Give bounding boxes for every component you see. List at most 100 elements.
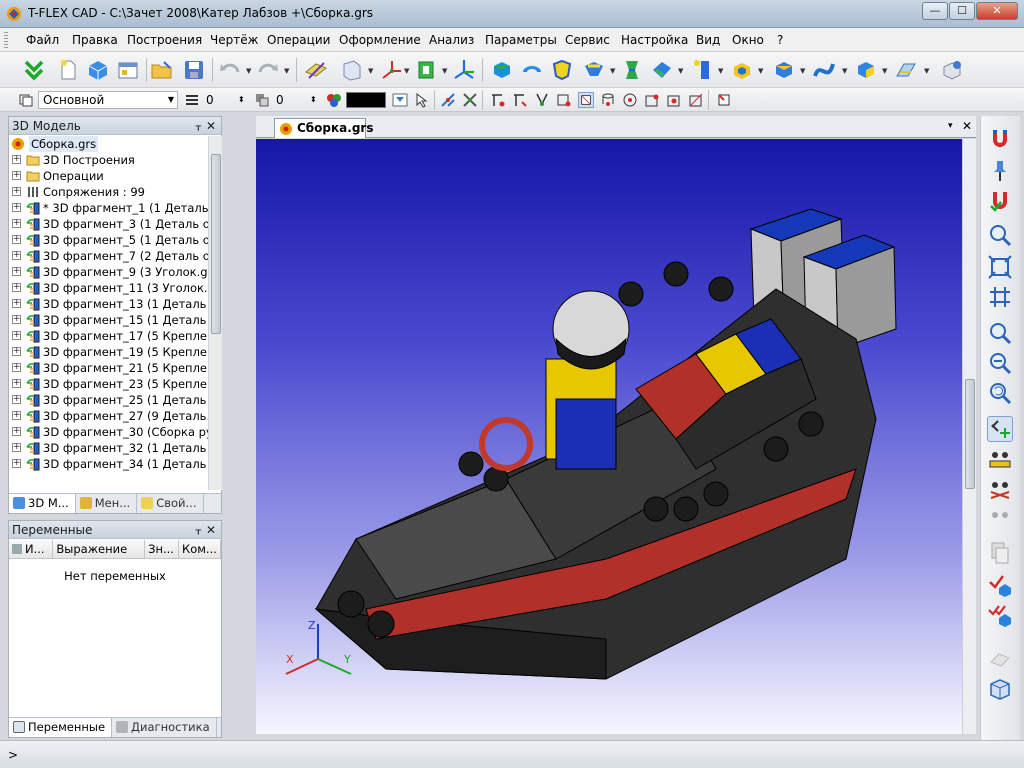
expand-icon[interactable]: + [12, 379, 21, 388]
menu-file[interactable]: Файл [26, 33, 59, 47]
expand-icon[interactable]: + [12, 187, 21, 196]
expand-icon[interactable]: + [12, 219, 21, 228]
snap-cyl-icon[interactable] [600, 92, 616, 108]
snap-edge-icon[interactable] [512, 92, 528, 108]
tree-item[interactable]: +3D фрагмент_17 (5 Крепления [9, 328, 215, 344]
cube-view-icon[interactable] [987, 676, 1013, 702]
tree-item[interactable]: +3D Построения [9, 152, 215, 168]
close-icon[interactable]: ✕ [206, 521, 216, 539]
menu-analysis[interactable]: Анализ [429, 33, 474, 47]
expand-icon[interactable]: + [12, 363, 21, 372]
tab-properties[interactable]: Свой... [137, 494, 204, 513]
view-plane-icon[interactable] [340, 58, 364, 82]
expand-icon[interactable]: + [12, 315, 21, 324]
expand-icon[interactable]: + [12, 411, 21, 420]
menu-edit[interactable]: Правка [72, 33, 118, 47]
plane-grey-icon[interactable] [987, 644, 1013, 670]
undo-icon[interactable] [218, 58, 242, 82]
level-value[interactable]: 0 [206, 91, 214, 109]
glasses-grey-icon[interactable] [987, 504, 1013, 530]
close-button[interactable]: ✕ [976, 2, 1018, 20]
col-name[interactable]: И... [9, 540, 54, 559]
lcs-icon[interactable] [452, 58, 476, 82]
command-prompt[interactable]: > [8, 748, 18, 762]
cut-icon[interactable] [772, 58, 796, 82]
pushpin-icon[interactable] [987, 158, 1013, 184]
new-3d-model-icon[interactable] [86, 58, 110, 82]
document-close-button[interactable]: ✕ [962, 119, 972, 133]
tree-scrollbar[interactable] [208, 136, 222, 490]
tab-variables[interactable]: Переменные [9, 718, 113, 737]
viewport-scroll-thumb[interactable] [965, 379, 975, 489]
layer-select[interactable]: Основной ▼ [38, 91, 178, 109]
expand-icon[interactable]: + [12, 299, 21, 308]
orbit-icon[interactable] [987, 416, 1013, 442]
extrude-icon[interactable] [490, 58, 514, 82]
tree-item[interactable]: + Операции [9, 168, 215, 184]
snap-vertex-icon[interactable] [490, 92, 506, 108]
zoom-previous-icon[interactable] [987, 380, 1013, 406]
tab-menu[interactable]: Мен... [76, 494, 138, 513]
pin-icon[interactable]: ᚁ [196, 521, 201, 539]
axis-node-icon[interactable] [380, 58, 404, 82]
snap-grid-icon[interactable] [462, 92, 478, 108]
tree-item[interactable]: +3D фрагмент_21 (5 Крепления [9, 360, 215, 376]
tree-item[interactable]: +3D фрагмент_25 (1 Деталь осн [9, 392, 215, 408]
zoom-in-icon[interactable] [987, 320, 1013, 346]
redo-icon[interactable] [256, 58, 280, 82]
zoom-out-icon[interactable] [987, 350, 1013, 376]
menu-constructions[interactable]: Построения [127, 33, 202, 47]
tree-item[interactable]: +3D фрагмент_30 (Сборка руль [9, 424, 215, 440]
tree-item[interactable]: +3D фрагмент_15 (1 Деталь осн [9, 312, 215, 328]
document-tab-assembly[interactable]: Сборка.grs [274, 118, 373, 138]
level-spinner[interactable]: ⬍ [238, 91, 245, 109]
sheet-metal-icon[interactable] [894, 58, 918, 82]
snap-box-icon[interactable] [578, 92, 594, 108]
expand-icon[interactable]: + [12, 235, 21, 244]
snap-icon[interactable] [440, 92, 456, 108]
copy-pages-icon[interactable] [987, 540, 1013, 566]
menu-design[interactable]: Оформление [339, 33, 421, 47]
open-folder-icon[interactable] [150, 58, 174, 82]
col-comment[interactable]: Ком... [178, 540, 221, 559]
pin-icon[interactable]: ᚁ [196, 117, 201, 135]
shell-icon[interactable] [730, 58, 754, 82]
color-palette-icon[interactable] [326, 92, 342, 108]
3d-viewport[interactable]: Z X Y [256, 139, 962, 734]
tree-item[interactable]: + * 3D фрагмент_1 (1 Деталь осн [9, 200, 215, 216]
tree-item[interactable]: + Сопряжения : 99 [9, 184, 215, 200]
priority-spinner[interactable]: ⬍ [310, 91, 317, 109]
tree-item[interactable]: +3D фрагмент_7 (2 Деталь осно [9, 248, 215, 264]
menu-drawing[interactable]: Чертёж [210, 33, 258, 47]
rotate-icon[interactable] [520, 58, 544, 82]
magnet-check-icon[interactable] [987, 188, 1013, 214]
tab-diagnostics[interactable]: Диагностика [112, 718, 217, 737]
menu-operations[interactable]: Операции [267, 33, 330, 47]
expand-icon[interactable]: + [12, 427, 21, 436]
loft-icon[interactable] [550, 58, 574, 82]
fillet-icon[interactable] [650, 58, 674, 82]
new-drawing-icon[interactable] [116, 58, 140, 82]
tree-item[interactable]: +3D фрагмент_23 (5 Крепления [9, 376, 215, 392]
zoom-window-icon[interactable] [987, 222, 1013, 248]
col-expression[interactable]: Выражение [52, 540, 146, 559]
check-object-icon[interactable] [987, 572, 1013, 598]
expand-icon[interactable]: + [12, 347, 21, 356]
snap-point-icon[interactable] [644, 92, 660, 108]
expand-icon[interactable]: + [12, 395, 21, 404]
expand-icon[interactable]: + [12, 443, 21, 452]
array-icon[interactable] [690, 58, 714, 82]
col-value[interactable]: Зн... [144, 540, 180, 559]
menu-grip[interactable] [4, 32, 8, 48]
expand-icon[interactable]: + [12, 171, 21, 180]
render-icon[interactable] [940, 58, 964, 82]
tree-item[interactable]: +3D фрагмент_27 (9 Деталь.grb [9, 408, 215, 424]
close-icon[interactable]: ✕ [206, 117, 216, 135]
menu-service[interactable]: Сервис [565, 33, 610, 47]
menu-parameters[interactable]: Параметры [485, 33, 557, 47]
tree-item[interactable]: +3D фрагмент_11 (3 Уголок.grb [9, 280, 215, 296]
snap-sphere-icon[interactable] [622, 92, 638, 108]
body-icon[interactable] [854, 58, 878, 82]
tree-root[interactable]: Сборка.grs [9, 136, 215, 152]
expand-icon[interactable]: + [12, 459, 21, 468]
